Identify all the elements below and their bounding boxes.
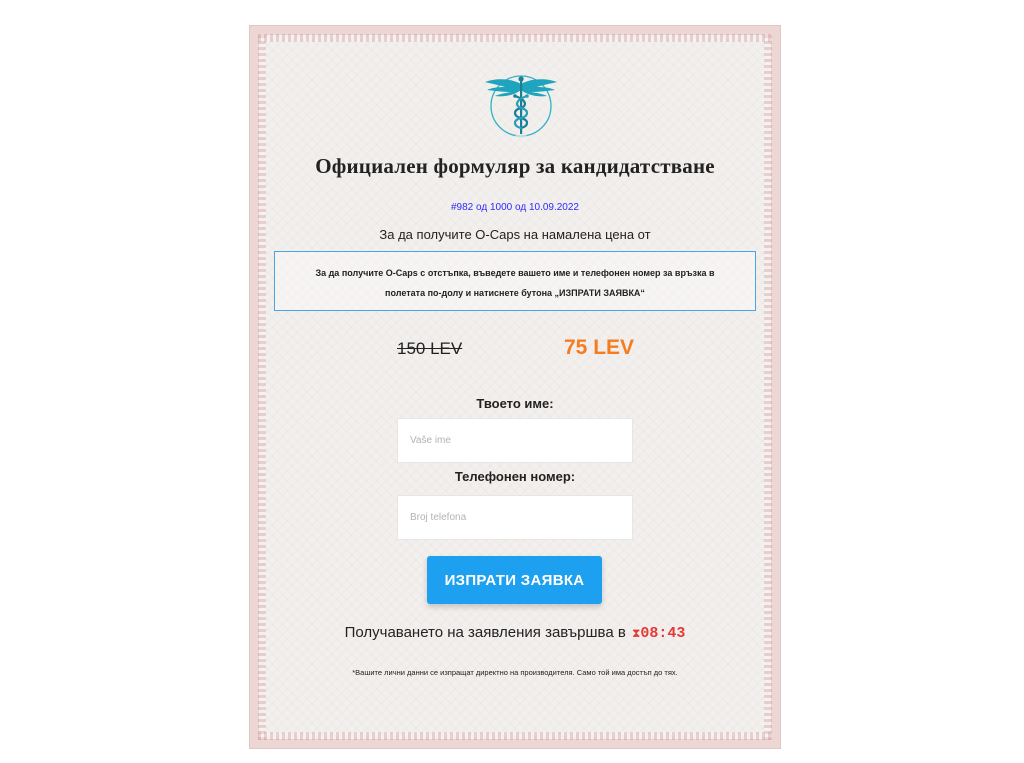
new-price: 75 LEV: [564, 336, 635, 359]
deadline-notice: Получаването на заявления завършва в ⧗08…: [258, 624, 772, 642]
instructions-box: За да получите O-Caps с отстъпка, въведе…: [274, 251, 756, 311]
deadline-text: Получаването на заявления завършва в: [344, 624, 626, 641]
submit-request-button[interactable]: ИЗПРАТИ ЗАЯВКА: [427, 556, 602, 604]
countdown-timer: 08:43: [640, 625, 686, 642]
form-title: Официален формуляр за кандидатстване: [315, 154, 715, 178]
name-label: Твоето име:: [476, 396, 554, 411]
old-price: 150 LEV: [397, 339, 463, 358]
application-form-card: Официален формуляр за кандидатстване #98…: [249, 25, 781, 749]
phone-label: Телефонен номер:: [454, 469, 576, 484]
phone-input[interactable]: [397, 495, 633, 540]
privacy-disclaimer: *Вашите лични данни се изпращат директно…: [352, 668, 678, 677]
order-number: #982 од 1000 од 10.09.2022: [450, 202, 579, 213]
price-intro-text: За да получите O-Caps на намалена цена о…: [379, 227, 651, 242]
caduceus-logo-icon: [485, 75, 557, 138]
name-input[interactable]: [397, 418, 633, 463]
instructions-line-1: За да получите O-Caps с отстъпка, въведе…: [315, 268, 715, 278]
instructions-line-2: полетата по-долу и натиснете бутона „ИЗП…: [385, 288, 645, 298]
page: Официален формуляр за кандидатстване #98…: [0, 0, 1024, 763]
